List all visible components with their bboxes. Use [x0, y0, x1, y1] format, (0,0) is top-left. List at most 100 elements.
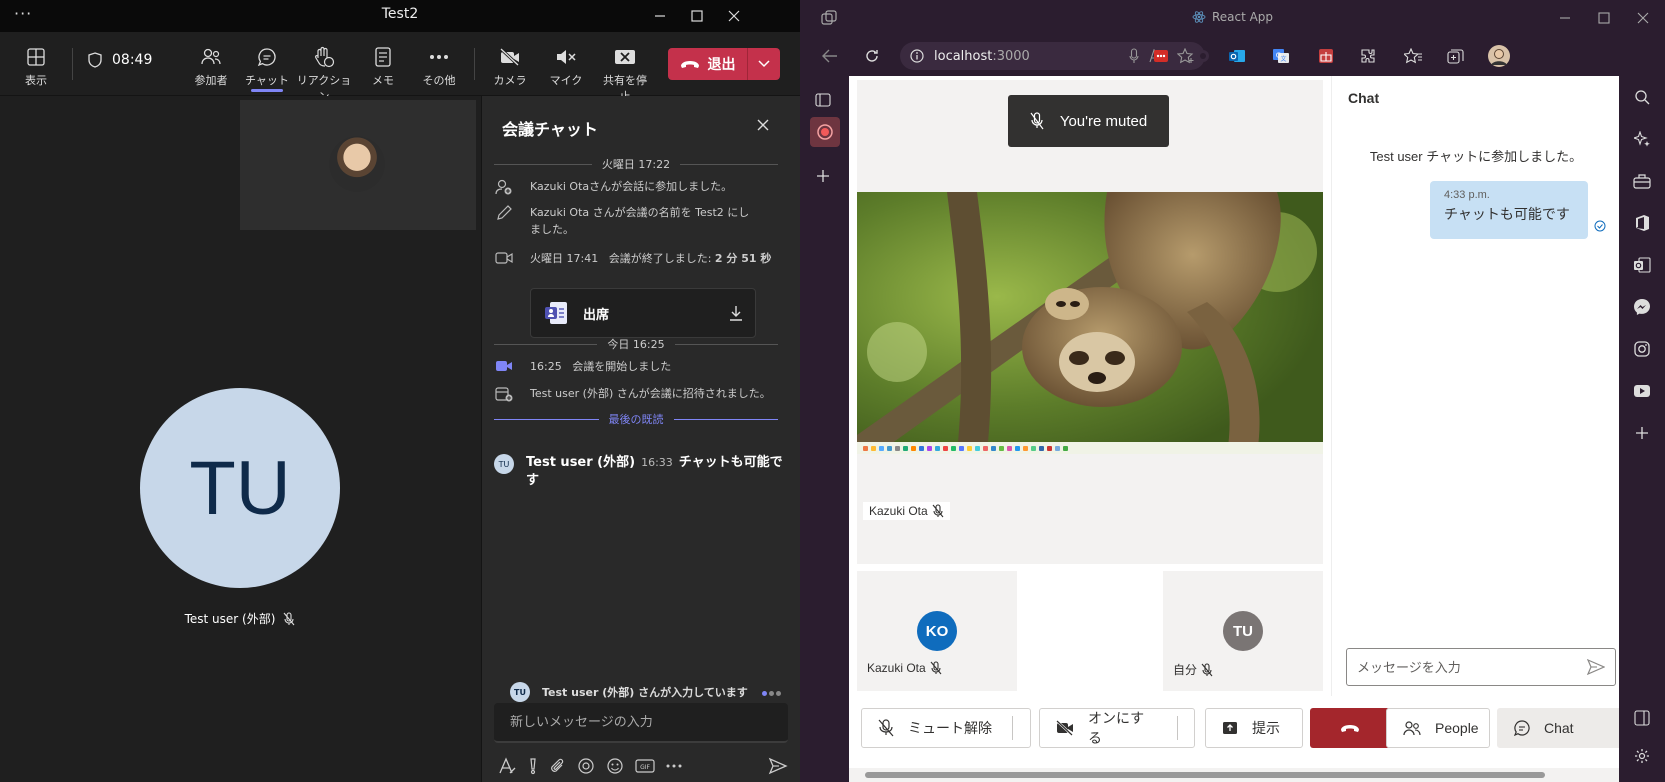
chat-button[interactable]: チャット — [239, 44, 295, 88]
send-box[interactable] — [1346, 648, 1616, 686]
leave-button[interactable]: 退出 — [668, 48, 780, 80]
copilot-sparkle-icon[interactable] — [1630, 127, 1654, 151]
people-label: People — [1435, 720, 1479, 736]
new-tab-icon[interactable] — [811, 164, 835, 188]
extension-dark-icon[interactable] — [1191, 44, 1215, 68]
chat-bubble-icon — [1514, 720, 1530, 736]
notes-button[interactable]: メモ — [355, 44, 411, 88]
office-icon[interactable] — [1630, 211, 1654, 235]
leave-options-button[interactable] — [748, 48, 780, 80]
ellipsis-icon[interactable] — [666, 763, 682, 769]
chat-bubble[interactable]: 4:33 p.m. チャットも可能です — [1430, 181, 1588, 239]
compose-input[interactable] — [510, 714, 772, 730]
youtube-icon[interactable] — [1630, 379, 1654, 403]
camera-button[interactable]: カメラ — [482, 44, 538, 88]
participant-tile-kazuki[interactable]: KO Kazuki Ota — [857, 571, 1017, 691]
recording-tab[interactable] — [810, 117, 840, 147]
instagram-icon[interactable] — [1630, 337, 1654, 361]
typing-text: Test user (外部) さんが入力しています — [542, 686, 748, 699]
meeting-timer: 08:49 — [88, 52, 152, 68]
messenger-icon[interactable] — [1630, 295, 1654, 319]
close-window-button[interactable] — [714, 0, 754, 32]
extension-lastpass-icon[interactable] — [1149, 44, 1173, 68]
view-button[interactable]: 表示 — [8, 44, 64, 88]
collections-icon[interactable] — [1444, 44, 1468, 68]
active-tab-indicator — [251, 89, 283, 92]
leave-main[interactable]: 退出 — [668, 48, 748, 80]
important-icon[interactable] — [527, 757, 539, 775]
profile-avatar[interactable] — [1487, 44, 1511, 68]
search-icon[interactable] — [1630, 85, 1654, 109]
scrollbar-thumb[interactable] — [865, 772, 1545, 778]
camera-off-icon — [1056, 720, 1074, 736]
gif-icon[interactable]: GIF — [635, 758, 655, 774]
microphone-icon[interactable] — [1129, 48, 1139, 64]
tab-actions-icon[interactable] — [811, 88, 835, 112]
mic-button[interactable]: マイク — [538, 44, 594, 88]
event-started-text: 会議を開始しました — [572, 360, 672, 373]
react-app-page: You're muted Kazuki Ota KO Kazuki Ota TU… — [849, 76, 1619, 782]
teams-titlebar: ··· Test2 — [0, 0, 800, 32]
maximize-button[interactable] — [677, 0, 717, 32]
view-label: 表示 — [25, 74, 47, 87]
info-icon[interactable] — [910, 49, 924, 63]
participant-name: Kazuki Ota — [867, 661, 926, 675]
download-icon[interactable] — [729, 305, 743, 321]
present-button[interactable]: 提示 — [1205, 708, 1303, 748]
last-read-divider: 最後の既読 — [494, 411, 778, 427]
maximize-button[interactable] — [1584, 2, 1624, 34]
attendance-card[interactable]: 出席 — [530, 288, 756, 338]
typing-dots-icon — [760, 686, 781, 699]
attach-icon[interactable] — [550, 757, 566, 775]
favorites-icon[interactable] — [1401, 44, 1425, 68]
participant-name: Test user (外部) — [184, 612, 276, 626]
participant-tile-self[interactable]: TU 自分 — [1163, 571, 1323, 691]
extension-translate-icon[interactable]: G文 — [1269, 44, 1293, 68]
minimize-button[interactable] — [640, 0, 680, 32]
extension-outlook-icon[interactable] — [1225, 44, 1249, 68]
chat-toggle-button[interactable]: Chat — [1497, 708, 1619, 748]
add-sidebar-app-icon[interactable] — [1630, 421, 1654, 445]
horizontal-scrollbar[interactable] — [849, 768, 1619, 782]
share-owner-label: Kazuki Ota — [863, 502, 950, 520]
video-camera-filled-icon — [494, 358, 514, 375]
people-icon — [1403, 720, 1421, 736]
chat-bubble-icon — [239, 44, 295, 70]
toolbox-icon[interactable] — [1630, 169, 1654, 193]
more-button[interactable]: その他 — [411, 44, 467, 88]
loop-icon[interactable] — [577, 757, 595, 775]
back-icon[interactable] — [818, 44, 842, 68]
outlook-icon[interactable] — [1630, 253, 1654, 277]
hide-sidebar-icon[interactable] — [1630, 706, 1654, 730]
muted-text: You're muted — [1059, 112, 1148, 130]
mic-off-icon — [1030, 112, 1044, 130]
close-chat-button[interactable] — [756, 118, 770, 132]
unmute-button[interactable]: ミュート解除 — [861, 708, 1031, 748]
extensions-icon[interactable] — [1356, 44, 1380, 68]
compose-box[interactable] — [494, 703, 788, 743]
send-box-input[interactable] — [1357, 659, 1587, 675]
send-icon[interactable] — [1587, 659, 1605, 675]
event-joined: Kazuki Otaさんが会話に参加しました。 — [494, 178, 784, 195]
format-icon[interactable] — [498, 757, 516, 775]
people-button[interactable]: People — [1386, 708, 1490, 748]
camera-on-button[interactable]: オンにする — [1039, 708, 1195, 748]
participant-label: 自分 — [1169, 661, 1217, 678]
svg-text:GIF: GIF — [640, 764, 650, 771]
settings-gear-icon[interactable] — [1630, 744, 1654, 768]
reactions-button[interactable]: リアクション — [296, 44, 352, 104]
participants-button[interactable]: 参加者 — [183, 44, 239, 88]
stop-share-button[interactable]: 共有を停止 — [598, 44, 652, 104]
refresh-icon[interactable] — [860, 44, 884, 68]
date-divider: 今日 16:25 — [494, 336, 779, 352]
minimize-button[interactable] — [1545, 2, 1585, 34]
self-video-tile[interactable] — [240, 100, 476, 230]
hangup-button[interactable] — [1310, 708, 1390, 748]
message-author: Test user (外部) — [526, 455, 636, 470]
emoji-icon[interactable] — [606, 757, 624, 775]
extension-gift-icon[interactable] — [1314, 44, 1338, 68]
close-window-button[interactable] — [1623, 2, 1663, 34]
notes-icon — [355, 44, 411, 70]
chat-message[interactable]: TU Test user (外部) 16:33 チャットも可能です — [494, 454, 784, 490]
send-icon[interactable] — [768, 757, 788, 775]
